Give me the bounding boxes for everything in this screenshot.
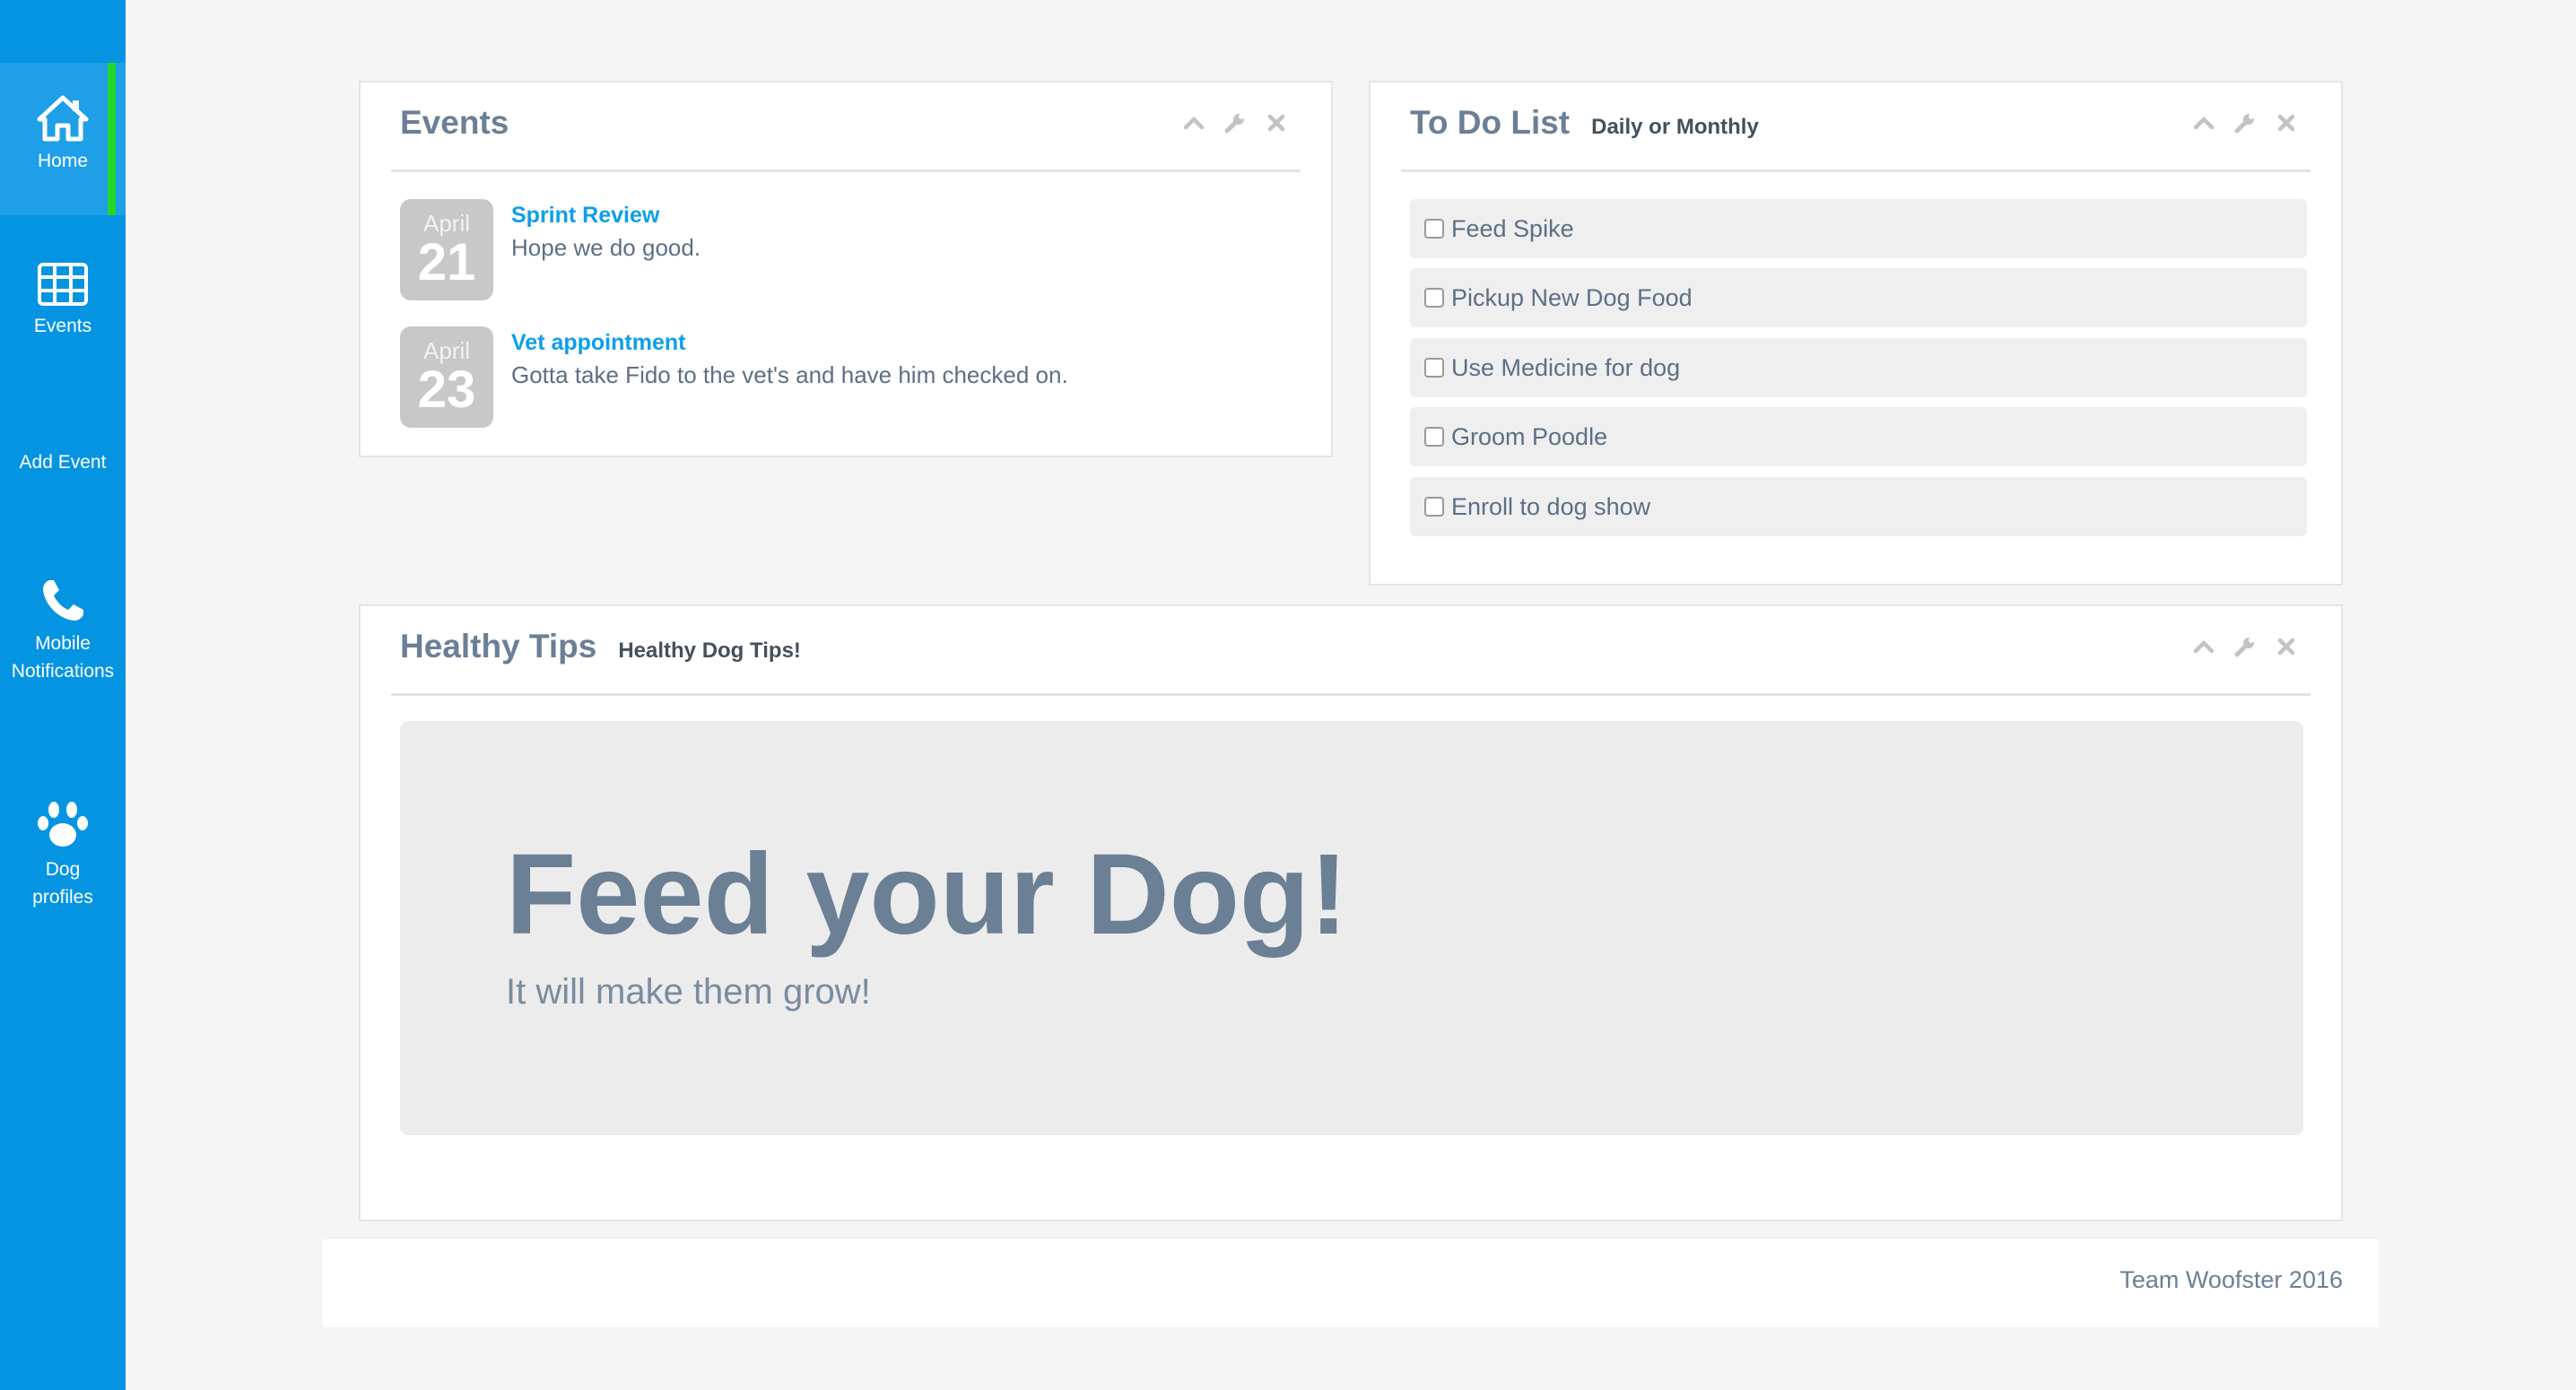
sidebar-item-label: Add Event	[19, 452, 107, 473]
tip-headline: Feed your Dog!	[506, 830, 1348, 959]
close-icon[interactable]	[1265, 111, 1288, 135]
event-description: Hope we do good.	[511, 234, 701, 261]
event-title-link[interactable]: Vet appointment	[511, 330, 1068, 356]
close-icon[interactable]	[2275, 635, 2298, 658]
panel-subtitle: Daily or Monthly	[1591, 115, 1759, 139]
panel-tools	[2192, 635, 2298, 658]
tip-jumbotron: Feed your Dog! It will make them grow!	[400, 721, 2303, 1135]
paw-icon	[38, 802, 88, 847]
wrench-icon[interactable]	[2233, 111, 2257, 135]
todo-label: Use Medicine for dog	[1451, 353, 1681, 381]
healthy-tips-panel: Healthy Tips Healthy Dog Tips! Feed your …	[359, 604, 2343, 1221]
wrench-icon[interactable]	[1223, 111, 1247, 135]
panel-title-text: Healthy Tips	[400, 628, 597, 665]
sidebar-item-add-event[interactable]: Add Event	[0, 448, 126, 484]
calendar-grid-icon	[38, 263, 88, 306]
wrench-icon[interactable]	[2233, 635, 2257, 658]
sidebar-item-label: Dog profiles	[32, 859, 93, 908]
panel-subtitle: Healthy Dog Tips!	[618, 639, 801, 663]
panel-header: To Do List Daily or Monthly	[1401, 83, 2311, 172]
sidebar-item-home[interactable]: Home	[0, 63, 126, 215]
panel-header: Events	[391, 83, 1301, 172]
todo-label: Groom Poodle	[1451, 422, 1608, 450]
todo-checkbox[interactable]	[1424, 288, 1444, 308]
event-month: April	[422, 337, 470, 364]
event-date-badge: April 21	[400, 199, 493, 300]
todo-item[interactable]: Groom Poodle	[1410, 407, 2307, 466]
close-icon[interactable]	[2275, 111, 2298, 135]
todo-item[interactable]: Pickup New Dog Food	[1410, 268, 2307, 327]
todo-checkbox[interactable]	[1424, 497, 1444, 517]
events-panel: Events April 21 Sprint Review Hope we do…	[359, 81, 1333, 457]
event-body: Vet appointment Gotta take Fido to the v…	[511, 326, 1068, 428]
event-description: Gotta take Fido to the vet's and have hi…	[511, 361, 1068, 388]
event-item: April 21 Sprint Review Hope we do good.	[400, 199, 701, 300]
todo-item[interactable]: Feed Spike	[1410, 199, 2307, 258]
todo-item[interactable]: Enroll to dog show	[1410, 477, 2307, 536]
chevron-up-icon[interactable]	[2192, 111, 2215, 135]
panel-title: To Do List Daily or Monthly	[1410, 104, 1759, 142]
todo-checkbox[interactable]	[1424, 427, 1444, 447]
footer: Team Woofster 2016	[323, 1239, 2379, 1327]
panel-title: Healthy Tips Healthy Dog Tips!	[400, 628, 801, 665]
event-title-link[interactable]: Sprint Review	[511, 203, 701, 229]
todo-item[interactable]: Use Medicine for dog	[1410, 338, 2307, 397]
footer-text: Team Woofster 2016	[2119, 1266, 2343, 1293]
home-icon	[37, 95, 89, 142]
sidebar-item-mobile-notifications[interactable]: Mobile Notifications	[0, 578, 126, 703]
event-date-badge: April 23	[400, 326, 493, 428]
panel-title: Events	[400, 104, 509, 141]
sidebar-item-label: Home	[37, 151, 89, 171]
event-item: April 23 Vet appointment Gotta take Fido…	[400, 326, 1068, 428]
panel-tools	[1182, 111, 1288, 135]
panel-header: Healthy Tips Healthy Dog Tips!	[391, 606, 2311, 696]
active-indicator	[108, 63, 116, 215]
event-day: 23	[417, 361, 476, 419]
todo-checkbox[interactable]	[1424, 358, 1444, 378]
sidebar-item-dog-profiles[interactable]: Dog profiles	[0, 800, 126, 925]
panel-tools	[2192, 111, 2298, 135]
chevron-up-icon[interactable]	[1182, 111, 1205, 135]
event-month: April	[422, 210, 470, 237]
sidebar-item-events[interactable]: Events	[0, 262, 126, 378]
todo-label: Pickup New Dog Food	[1451, 283, 1693, 311]
todo-label: Feed Spike	[1451, 214, 1574, 242]
event-day: 21	[417, 233, 476, 291]
todo-checkbox[interactable]	[1424, 219, 1444, 239]
event-body: Sprint Review Hope we do good.	[511, 199, 701, 300]
chevron-up-icon[interactable]	[2192, 635, 2215, 658]
sidebar-item-label: Events	[33, 316, 92, 336]
todo-label: Enroll to dog show	[1451, 492, 1651, 520]
sidebar: Home Events Add Event Mobile Notificatio…	[0, 0, 126, 1390]
sidebar-item-label: Mobile Notifications	[11, 633, 115, 682]
phone-icon	[43, 580, 83, 621]
panel-title-text: To Do List	[1410, 104, 1571, 141]
tip-tagline: It will make them grow!	[506, 972, 871, 1012]
todo-panel: To Do List Daily or Monthly Feed Spike Pi…	[1369, 81, 2343, 586]
